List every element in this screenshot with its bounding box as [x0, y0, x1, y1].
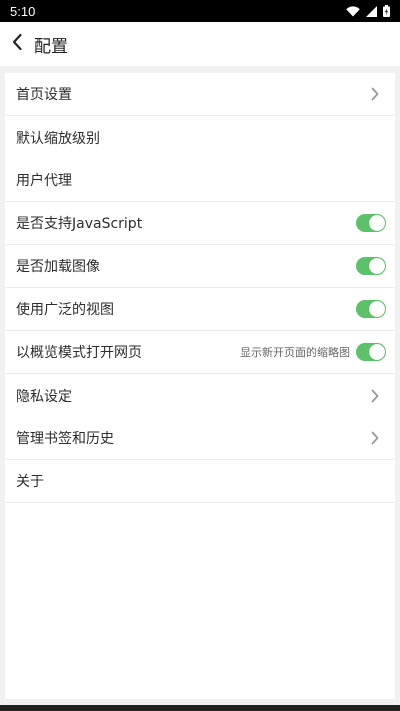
- chevron-right-icon: [365, 84, 385, 104]
- page-title: 配置: [34, 36, 68, 57]
- settings-item-wide-view[interactable]: 使用广泛的视图: [5, 288, 395, 331]
- wide-view-toggle[interactable]: [356, 300, 386, 318]
- settings-item-user-agent[interactable]: 用户代理: [5, 159, 395, 202]
- settings-list: 首页设置 默认缩放级别 用户代理 是否支持JavaScript 是否加载图像 使…: [5, 73, 395, 699]
- settings-item-label: 管理书签和历史: [16, 431, 114, 447]
- status-bar: 5:10: [0, 0, 400, 22]
- settings-item-bookmarks-history[interactable]: 管理书签和历史: [5, 417, 395, 460]
- signal-icon: [366, 2, 377, 21]
- settings-item-privacy[interactable]: 隐私设定: [5, 374, 395, 417]
- settings-item-about[interactable]: 关于: [5, 460, 395, 503]
- settings-item-overview-mode[interactable]: 以概览模式打开网页 显示新开页面的缩略图: [5, 331, 395, 374]
- toggle-knob: [369, 258, 385, 274]
- toggle-knob: [369, 215, 385, 231]
- settings-item-label: 是否支持JavaScript: [16, 216, 143, 232]
- settings-item-label: 以概览模式打开网页: [16, 345, 142, 361]
- settings-item-label: 使用广泛的视图: [16, 302, 114, 318]
- battery-icon: [383, 2, 390, 21]
- settings-item-label: 关于: [16, 474, 44, 490]
- settings-item-label: 隐私设定: [16, 388, 72, 405]
- settings-item-label: 默认缩放级别: [16, 130, 100, 147]
- settings-item-home[interactable]: 首页设置: [5, 73, 395, 116]
- toggle-knob: [369, 344, 385, 360]
- settings-item-label: 用户代理: [16, 173, 72, 189]
- settings-item-hint: 显示新开页面的缩略图: [240, 346, 350, 359]
- overview-mode-controls: 显示新开页面的缩略图: [240, 343, 386, 361]
- toggle-knob: [369, 301, 385, 317]
- wifi-icon: [346, 2, 360, 21]
- settings-item-zoom[interactable]: 默认缩放级别: [5, 116, 395, 159]
- toolbar: 配置: [0, 22, 400, 66]
- settings-item-load-images[interactable]: 是否加载图像: [5, 245, 395, 288]
- status-icons: [346, 2, 390, 21]
- chevron-left-icon: [11, 33, 23, 55]
- settings-item-label: 首页设置: [16, 87, 72, 103]
- navigation-bar: [0, 705, 400, 711]
- back-button[interactable]: [2, 22, 32, 66]
- chevron-right-icon: [365, 386, 385, 406]
- status-time: 5:10: [10, 3, 36, 19]
- settings-item-label: 是否加载图像: [16, 259, 100, 275]
- chevron-right-icon: [365, 428, 385, 448]
- overview-mode-toggle[interactable]: [356, 343, 386, 361]
- settings-item-javascript[interactable]: 是否支持JavaScript: [5, 202, 395, 245]
- javascript-toggle[interactable]: [356, 214, 386, 232]
- load-images-toggle[interactable]: [356, 257, 386, 275]
